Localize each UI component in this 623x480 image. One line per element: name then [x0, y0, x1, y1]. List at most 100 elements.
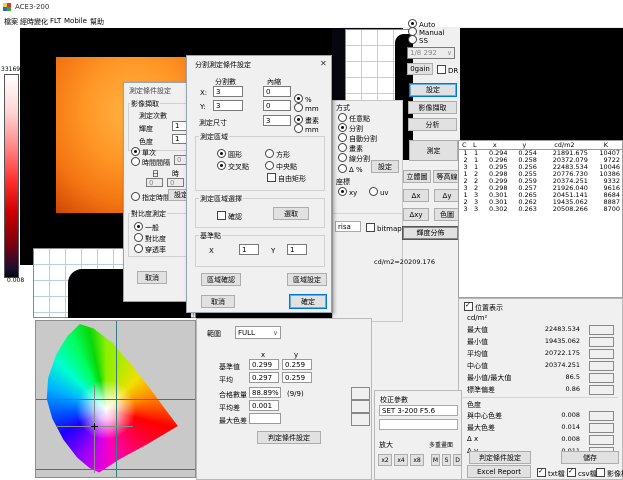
- menu-flt[interactable]: FLT: [50, 17, 61, 25]
- multi-d-button[interactable]: D: [453, 454, 462, 466]
- mm-radio[interactable]: mm: [294, 103, 319, 113]
- risa-field[interactable]: risa: [335, 221, 361, 232]
- area-set-button[interactable]: 區域設定: [287, 273, 327, 286]
- split-dialog[interactable]: 分割測定條件設定 ✕ 分割數 內縮 X: 3 0 Y: 3 0 % mm 測定尺…: [186, 55, 332, 313]
- judge-panel: 範圍 FULL∨ x y 基準值 0.299 0.259 平均 0.297 0.…: [196, 318, 372, 480]
- area-confirm-button[interactable]: 區域確認: [201, 273, 241, 286]
- colormap-button[interactable]: 色圖: [434, 208, 460, 221]
- radio-icon: [338, 153, 347, 162]
- dialog-ok-button[interactable]: 確定: [289, 294, 327, 309]
- table-row[interactable]: 320.2980.25721926.0409616: [459, 185, 622, 192]
- checkbox-icon: [464, 302, 473, 311]
- avg-y-field[interactable]: 0.259: [282, 372, 312, 383]
- general-radio[interactable]: 一般: [134, 222, 159, 233]
- table-row[interactable]: 130.3010.26520451.1418684: [459, 192, 622, 199]
- avgdiff-field: 0.001: [249, 400, 279, 411]
- x-inset-field[interactable]: 0: [263, 86, 291, 97]
- analyze-button[interactable]: 分析: [408, 118, 457, 131]
- method-set-button[interactable]: 設定: [371, 160, 399, 173]
- ref-y-field[interactable]: 0.259: [282, 359, 312, 370]
- radio-icon: [338, 123, 347, 132]
- judge-result-box: [589, 435, 614, 445]
- coord-xy-radio[interactable]: xy: [338, 187, 357, 197]
- secondary-image-view[interactable]: [460, 28, 623, 140]
- table-row[interactable]: 220.2990.25920374.2519332: [459, 178, 622, 185]
- window-title: ACE3-200: [15, 3, 49, 11]
- excel-report-button[interactable]: Excel Report: [467, 465, 531, 478]
- range-dropdown[interactable]: FULL∨: [235, 326, 281, 339]
- cie-diagram-pane[interactable]: [35, 320, 196, 478]
- method-opt-delta[interactable]: Δ %: [338, 164, 363, 174]
- contrast-radio[interactable]: 對比度: [134, 233, 166, 244]
- stat-row: 最小值/最大值86.5: [467, 373, 618, 383]
- bitmap-checkbox[interactable]: bitmap: [366, 223, 402, 233]
- judge-result-box: [589, 361, 614, 371]
- contour-button[interactable]: 等高線: [433, 170, 461, 183]
- dr-checkbox[interactable]: DR: [437, 65, 458, 75]
- base-y-field[interactable]: 1: [287, 244, 307, 255]
- menu-file[interactable]: 檔案: [4, 17, 18, 27]
- table-row[interactable]: 210.2960.25820372.0799722: [459, 157, 622, 164]
- save-button[interactable]: 儲存: [561, 451, 619, 464]
- table-row[interactable]: 110.2940.25421891.67510407: [459, 150, 622, 158]
- multi-s-button[interactable]: S: [442, 454, 451, 466]
- ref-x-field[interactable]: 0.299: [249, 359, 279, 370]
- solid3d-button[interactable]: 立體圖: [403, 170, 431, 183]
- x-div-field[interactable]: 3: [213, 86, 243, 97]
- coord-uv-radio[interactable]: uv: [369, 187, 389, 197]
- measurement-table-pane: CL xy cd/m2K 110.2940.25421891.675104072…: [458, 140, 623, 298]
- menu-mobile[interactable]: Mobile: [64, 17, 87, 25]
- capture-button[interactable]: 影像擷取: [408, 101, 457, 114]
- cross-radio[interactable]: 交叉點: [217, 161, 249, 172]
- center-radio[interactable]: 中央點: [265, 161, 297, 172]
- checkbox-icon: [596, 468, 605, 477]
- table-row[interactable]: 230.3010.26219435.0628887: [459, 199, 622, 206]
- base-x-field[interactable]: 1: [239, 244, 259, 255]
- spec-time-radio[interactable]: 指定時間: [131, 192, 170, 203]
- freerect-checkbox[interactable]: 自由矩形: [267, 173, 306, 184]
- confirm-checkbox[interactable]: 確認: [217, 211, 242, 222]
- gain-button[interactable]: 0gain: [407, 63, 433, 75]
- delta-y-button[interactable]: Δy: [434, 189, 460, 202]
- delta-xy-button[interactable]: Δxy: [403, 208, 429, 221]
- menu-time-change[interactable]: 經時變化: [20, 17, 48, 27]
- cancel-button[interactable]: 取消: [137, 271, 167, 284]
- menu-help[interactable]: 幫助: [90, 17, 104, 27]
- pick-button[interactable]: 選取: [273, 207, 309, 220]
- settings-button[interactable]: 設定: [409, 83, 457, 97]
- delta-x-button[interactable]: Δx: [403, 189, 429, 202]
- txt-checkbox[interactable]: txt檔: [537, 468, 565, 479]
- avg-x-field[interactable]: 0.297: [249, 372, 279, 383]
- size-field[interactable]: 3: [263, 115, 291, 126]
- measure-button[interactable]: 測定: [409, 140, 458, 161]
- exposure-ss-radio[interactable]: SS: [408, 35, 428, 45]
- transmit-radio[interactable]: 穿透率: [134, 244, 166, 255]
- table-row[interactable]: 310.2950.25622483.53410046: [459, 164, 622, 171]
- lum-dist-button[interactable]: 輝度分佈: [402, 226, 459, 240]
- y-inset-field[interactable]: 0: [263, 100, 291, 111]
- mm2-radio[interactable]: mm: [294, 124, 319, 134]
- circle-radio[interactable]: 圓形: [217, 149, 242, 160]
- stat-row: Δ x0.008: [467, 435, 618, 445]
- zoom-x4-button[interactable]: x4: [394, 454, 408, 466]
- table-row[interactable]: 330.3020.26320508.2668700: [459, 206, 622, 213]
- y-div-field[interactable]: 3: [213, 100, 243, 111]
- position-display-checkbox[interactable]: 位置表示: [464, 302, 503, 313]
- table-row[interactable]: 120.2980.25520776.73010386: [459, 171, 622, 178]
- judge-condition-button[interactable]: 判定條件設定: [257, 431, 321, 444]
- image-file-checkbox[interactable]: 影像檔: [596, 468, 623, 479]
- interval-radio[interactable]: 時間間隔: [131, 157, 170, 168]
- stats-judge-button[interactable]: 判定條件設定: [469, 451, 531, 464]
- zoom-x2-button[interactable]: x2: [378, 454, 392, 466]
- dialog-cancel-button[interactable]: 取消: [201, 295, 235, 308]
- contrast-group-label: 對比度測定: [130, 209, 167, 219]
- method-opt-linesplit[interactable]: 線分割: [338, 153, 370, 164]
- area-group-label: 測定區域: [199, 132, 229, 142]
- close-icon[interactable]: ✕: [320, 59, 327, 68]
- csv-checkbox[interactable]: csv檔: [567, 468, 597, 479]
- shutter-dropdown[interactable]: 1/8 292∨: [407, 47, 455, 59]
- zoom-x8-button[interactable]: x8: [410, 454, 424, 466]
- avgdiff-label: 平均差: [219, 403, 240, 413]
- square-radio[interactable]: 方形: [265, 149, 290, 160]
- multi-m-button[interactable]: M: [431, 454, 440, 466]
